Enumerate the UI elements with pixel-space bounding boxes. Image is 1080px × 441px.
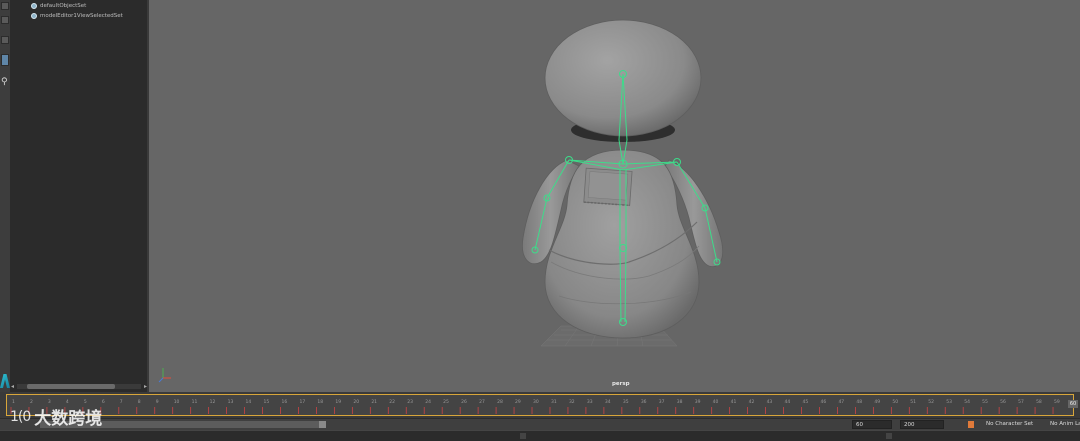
timeline-tick-label: 19 bbox=[335, 399, 341, 405]
timeline-tick-label: 36 bbox=[641, 399, 647, 405]
select-tool-icon[interactable] bbox=[1, 2, 9, 10]
timeline-tick-label: 42 bbox=[749, 399, 755, 405]
character-key-icon[interactable] bbox=[968, 421, 974, 428]
time-ticks: 1 2 3 4 5 6 7 8 9 10 11 12 13 14 15 16 17 18 19 20 21 22 23 24 2… bbox=[10, 399, 1060, 414]
timeline-tick-label: 29 bbox=[515, 399, 521, 405]
scroll-right-arrow-icon[interactable]: ▸ bbox=[144, 383, 147, 390]
watermark-text: 大数跨境 bbox=[34, 409, 103, 429]
timeline-tick-label: 49 bbox=[874, 399, 880, 405]
timeline-tick-label: 43 bbox=[767, 399, 773, 405]
end-time-field[interactable]: 60 bbox=[852, 420, 892, 429]
set-icon bbox=[31, 3, 37, 9]
timeline-tick-label: 47 bbox=[838, 399, 844, 405]
timeline-tick-label: 54 bbox=[964, 399, 970, 405]
timeline-tick-label: 18 bbox=[317, 399, 323, 405]
strip-marker bbox=[886, 433, 892, 439]
timeline-tick-label: 55 bbox=[982, 399, 988, 405]
timeline-tick-label: 9 bbox=[156, 399, 159, 405]
timeline-tick-label: 51 bbox=[910, 399, 916, 405]
scrollbar-thumb[interactable] bbox=[27, 384, 115, 389]
camera-label: persp bbox=[612, 381, 630, 387]
timeline-tick-label: 10 bbox=[174, 399, 180, 405]
timeline-tick-label: 30 bbox=[533, 399, 539, 405]
timeline-tick-label: 24 bbox=[425, 399, 431, 405]
scene-canvas bbox=[158, 19, 723, 383]
timeline-tick-label: 15 bbox=[264, 399, 270, 405]
scroll-left-arrow-icon[interactable]: ◂ bbox=[11, 383, 14, 390]
timeline-tick-label: 25 bbox=[443, 399, 449, 405]
lasso-tool-icon[interactable] bbox=[1, 16, 9, 24]
timeline-tick-label: 11 bbox=[192, 399, 198, 405]
timeline-tick-label: 21 bbox=[371, 399, 377, 405]
timeline-tick-label: 16 bbox=[281, 399, 287, 405]
timeline-tick-label: 59 bbox=[1054, 399, 1060, 405]
timeline-tick-label: 7 bbox=[120, 399, 123, 405]
timeline-tick-label: 53 bbox=[946, 399, 952, 405]
timeline-tick-label: 37 bbox=[659, 399, 665, 405]
timeline-tick-label: 33 bbox=[587, 399, 593, 405]
outliner-item-label: defaultObjectSet bbox=[40, 3, 87, 9]
anim-layer-dropdown[interactable]: No Anim La bbox=[1050, 420, 1080, 429]
command-line-strip bbox=[0, 430, 1080, 441]
search-icon[interactable]: ⚲ bbox=[1, 78, 9, 87]
watermark-logo: 1(0 bbox=[10, 408, 31, 425]
outliner-panel: defaultObjectSet modelEditor1ViewSelecte… bbox=[11, 0, 149, 392]
layout-panel-icon[interactable] bbox=[1, 54, 9, 66]
timeline-tick-label: 56 bbox=[1000, 399, 1006, 405]
timeline-tick-label: 31 bbox=[551, 399, 557, 405]
timeline-tick-label: 38 bbox=[677, 399, 683, 405]
watermark: 1(0 大数跨境 bbox=[10, 404, 103, 430]
timeline-tick-label: 52 bbox=[928, 399, 934, 405]
chest-pocket bbox=[583, 167, 633, 207]
timeline-tick-label: 23 bbox=[407, 399, 413, 405]
view-axis-gizmo bbox=[158, 368, 171, 383]
anim-end-field[interactable]: 200 bbox=[900, 420, 944, 429]
timeline-tick-label: 27 bbox=[479, 399, 485, 405]
timeline-tick-label: 35 bbox=[623, 399, 629, 405]
timeline-tick-label: 46 bbox=[820, 399, 826, 405]
timeline-tick-label: 12 bbox=[210, 399, 216, 405]
current-frame-field[interactable]: 60 bbox=[1068, 400, 1078, 408]
timeline-tick-label: 26 bbox=[461, 399, 467, 405]
timeline-tick-label: 44 bbox=[785, 399, 791, 405]
move-tool-icon[interactable] bbox=[1, 36, 9, 44]
outliner-item-label: modelEditor1ViewSelectedSet bbox=[40, 13, 123, 19]
perspective-viewport[interactable]: persp bbox=[149, 0, 1080, 392]
timeline-tick-label: 22 bbox=[389, 399, 395, 405]
timeline-tick-label: 39 bbox=[695, 399, 701, 405]
tool-strip: ⚲ bbox=[0, 0, 11, 392]
timeline-tick-label: 13 bbox=[228, 399, 234, 405]
timeline-tick-label: 17 bbox=[299, 399, 305, 405]
outliner-horizontal-scrollbar[interactable] bbox=[17, 384, 141, 389]
timeline-tick-label: 14 bbox=[246, 399, 252, 405]
strip-marker bbox=[520, 433, 526, 439]
time-slider-track[interactable]: 1 2 3 4 5 6 7 8 9 10 11 12 13 14 15 16 17 18 19 20 21 22 23 24 2… bbox=[6, 394, 1074, 416]
timeline-tick-label: 45 bbox=[803, 399, 809, 405]
set-icon bbox=[31, 13, 37, 19]
timeline-tick-label: 28 bbox=[497, 399, 503, 405]
timeline-tick-label: 41 bbox=[731, 399, 737, 405]
timeline-tick-label: 32 bbox=[569, 399, 575, 405]
time-slider[interactable]: 1 2 3 4 5 6 7 8 9 10 11 12 13 14 15 16 17 18 19 20 21 22 23 24 2… bbox=[0, 392, 1080, 418]
timeline-tick-label: 57 bbox=[1018, 399, 1024, 405]
timeline-tick-label: 34 bbox=[605, 399, 611, 405]
timeline-tick-label: 58 bbox=[1036, 399, 1042, 405]
timeline-tick-label: 48 bbox=[856, 399, 862, 405]
timeline-tick-label: 50 bbox=[892, 399, 898, 405]
outliner-item[interactable]: defaultObjectSet bbox=[31, 2, 86, 10]
timeline-tick-label: 40 bbox=[713, 399, 719, 405]
outliner-item[interactable]: modelEditor1ViewSelectedSet bbox=[31, 12, 123, 20]
timeline-tick-label: 20 bbox=[353, 399, 359, 405]
character-set-dropdown[interactable]: No Character Set bbox=[986, 420, 1033, 429]
range-slider-handle[interactable] bbox=[319, 421, 326, 428]
timeline-tick-label: 8 bbox=[138, 399, 141, 405]
maya-logo-icon bbox=[0, 374, 10, 388]
